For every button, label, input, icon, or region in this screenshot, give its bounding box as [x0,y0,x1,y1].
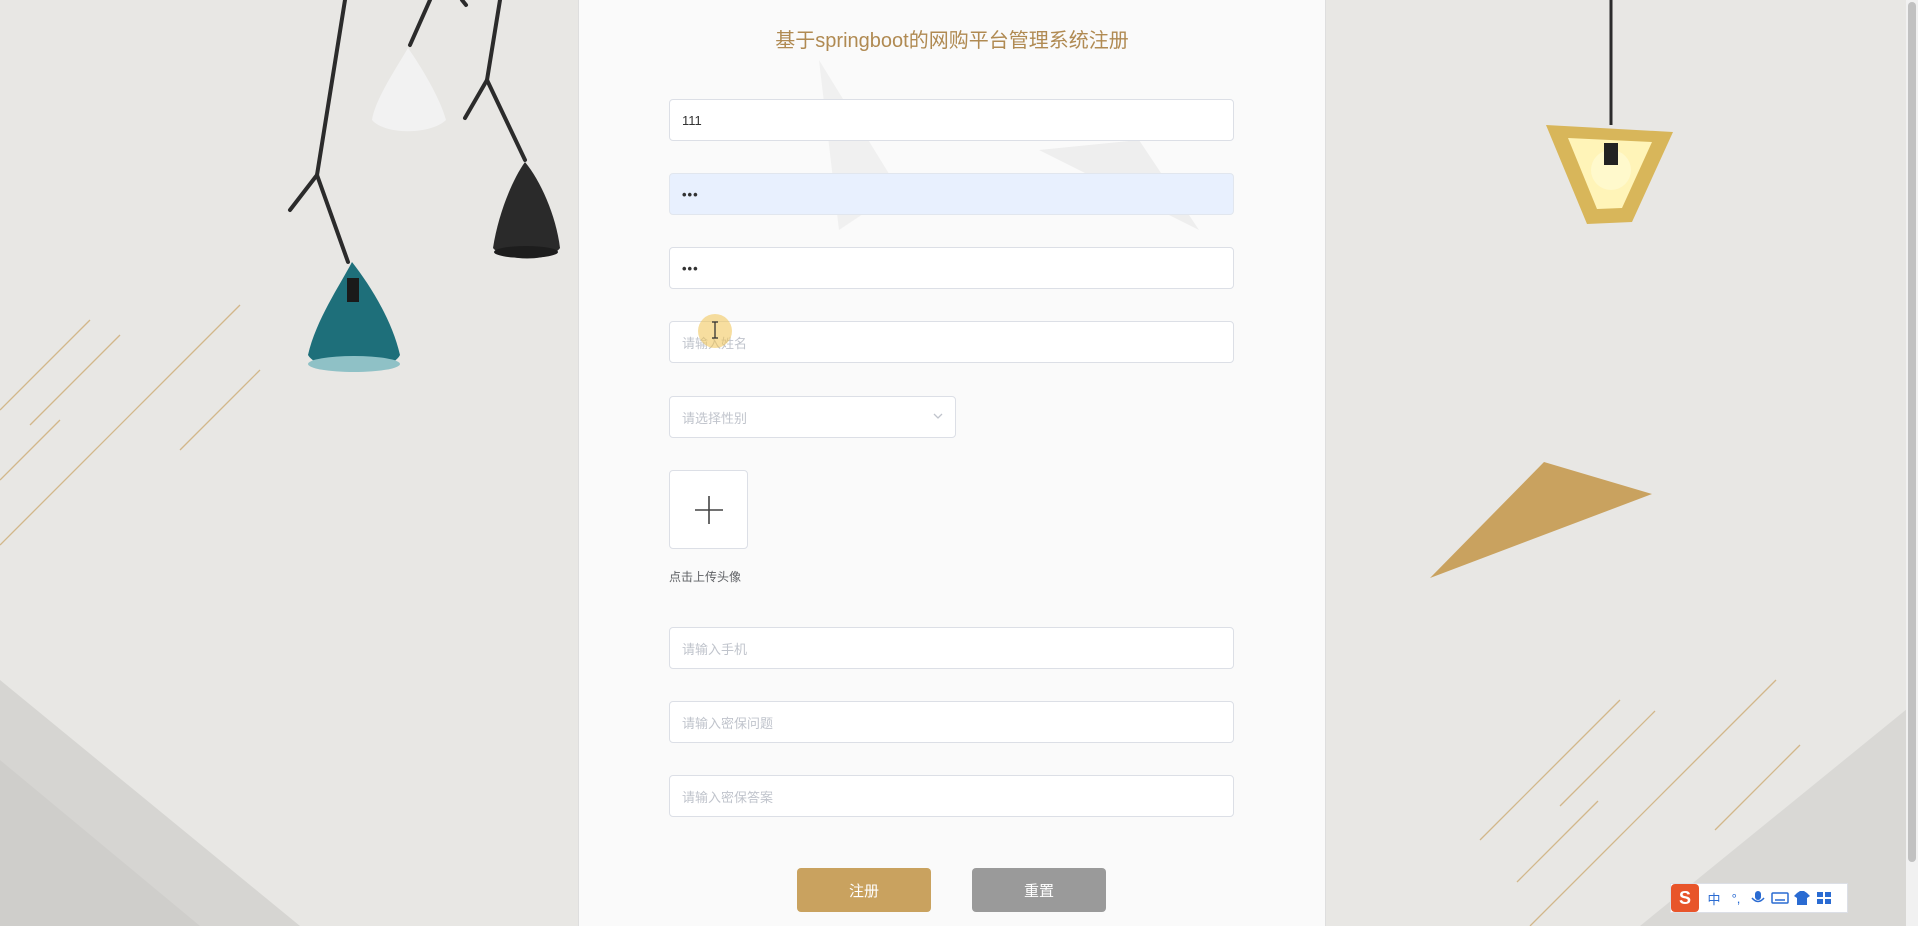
ime-mode-toggle[interactable]: 中 [1703,889,1725,908]
ime-toolbar[interactable]: S 中 °, [1670,883,1848,913]
phone-placeholder: 请输入手机 [682,641,748,657]
plus-icon [695,496,723,524]
avatar-upload-hint: 点击上传头像 [669,570,742,584]
chevron-down-icon [933,413,943,419]
text-cursor-icon [712,321,718,339]
page-scrollbar[interactable] [1906,0,1918,926]
grid-icon[interactable] [1813,890,1835,906]
scrollbar-thumb[interactable] [1908,2,1916,862]
name-input[interactable]: 请输入姓名 [669,321,1234,363]
account-input[interactable]: 111 [669,99,1234,141]
security-question-placeholder: 请输入密保问题 [682,715,774,731]
keyboard-icon[interactable] [1769,890,1791,906]
page-title: 基于springboot的网购平台管理系统注册 [775,30,1129,52]
password-input[interactable]: ••• [669,173,1234,215]
ime-punctuation-toggle[interactable]: °, [1725,891,1747,906]
mic-icon[interactable] [1747,890,1769,906]
password-value: ••• [682,186,699,202]
security-question-input[interactable]: 请输入密保问题 [669,701,1234,743]
mouse-cursor [698,314,732,348]
shirt-icon[interactable] [1791,890,1813,906]
phone-input[interactable]: 请输入手机 [669,627,1234,669]
account-value: 111 [682,112,702,128]
gender-select[interactable]: 请选择性别 [669,396,956,438]
reset-button[interactable]: 重置 [972,868,1106,912]
avatar-upload-button[interactable] [669,470,748,549]
security-answer-placeholder: 请输入密保答案 [682,789,774,805]
sogou-logo[interactable]: S [1671,884,1699,912]
gender-placeholder: 请选择性别 [682,410,748,426]
confirm-password-value: ••• [682,260,699,276]
register-button[interactable]: 注册 [797,868,931,912]
security-answer-input[interactable]: 请输入密保答案 [669,775,1234,817]
confirm-password-input[interactable]: ••• [669,247,1234,289]
